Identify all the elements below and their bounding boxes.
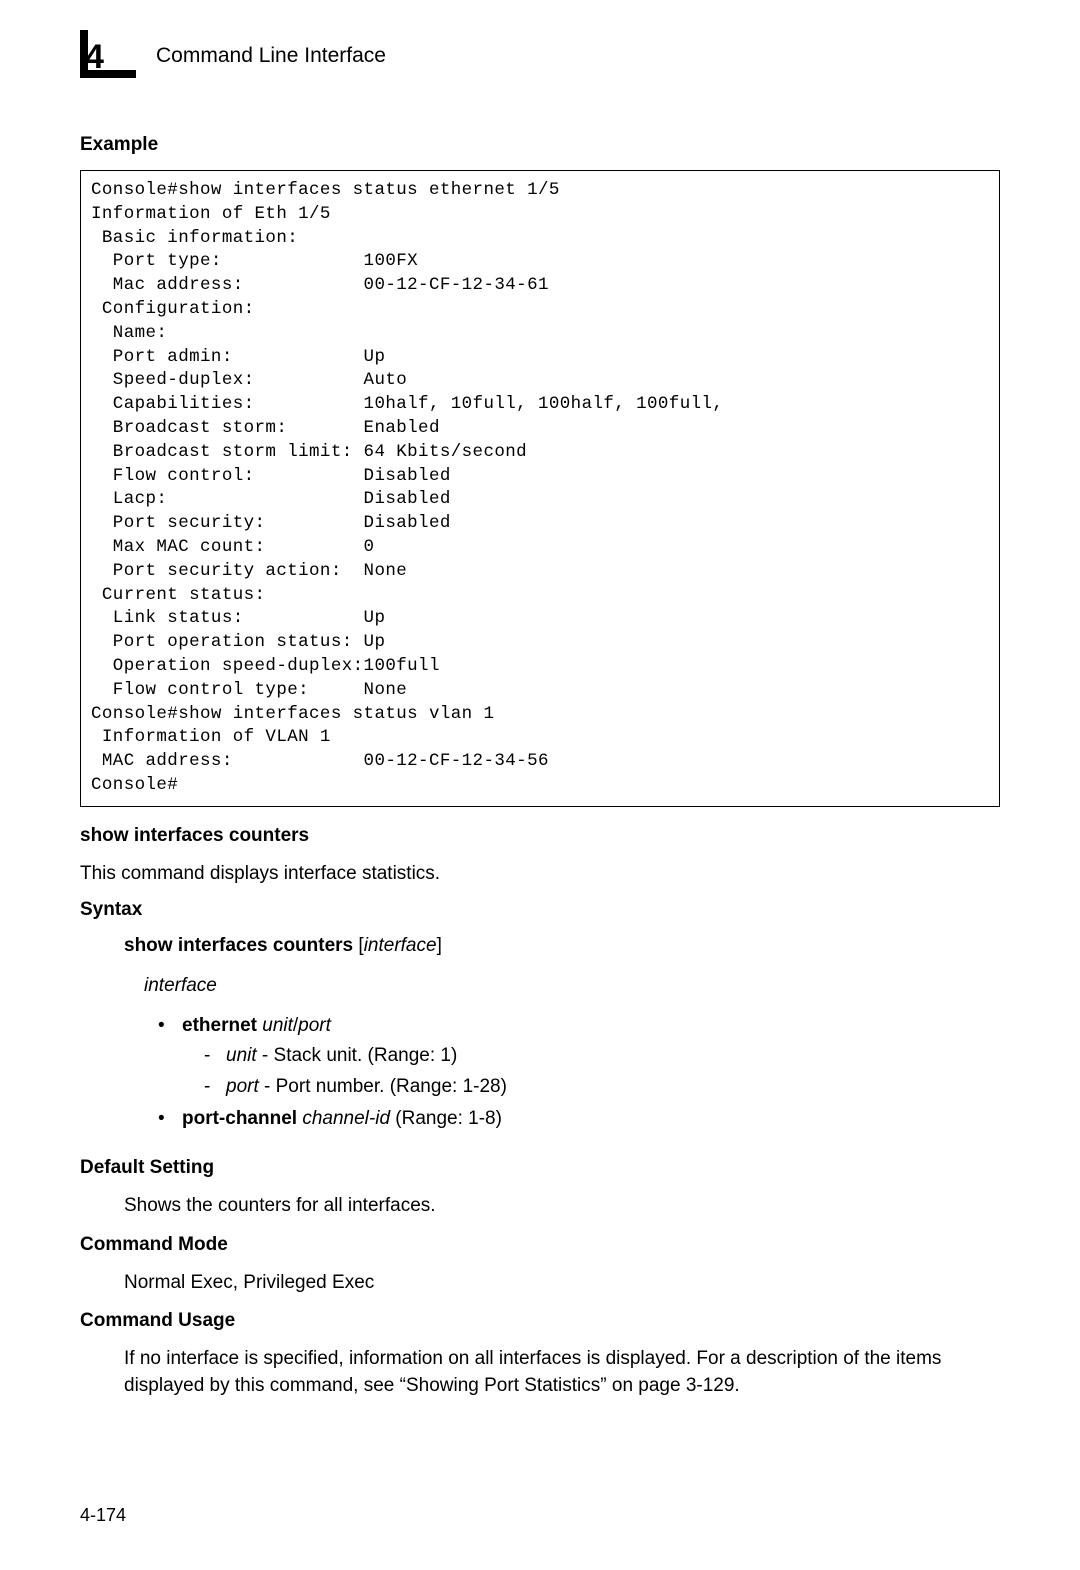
interface-label: interface [144, 975, 1000, 997]
unit-italic: unit [226, 1045, 257, 1066]
ethernet-port-italic: port [298, 1015, 331, 1036]
port-desc: - Port number. (Range: 1-28) [259, 1076, 507, 1097]
ethernet-bold: ethernet [182, 1015, 257, 1036]
syntax-close-bracket: ] [437, 935, 442, 956]
page-number: 4-174 [80, 1505, 126, 1526]
port-italic: port [226, 1076, 259, 1097]
syntax-open-bracket: [ [353, 935, 364, 956]
ethernet-unit-italic: unit [257, 1015, 293, 1036]
portchannel-bold: port-channel [182, 1108, 297, 1129]
dash-port: port - Port number. (Range: 1-28) [204, 1072, 1000, 1101]
default-setting-text: Shows the counters for all interfaces. [124, 1193, 1000, 1220]
command-usage-heading: Command Usage [80, 1310, 1000, 1332]
syntax-heading: Syntax [80, 899, 1000, 921]
example-code-block: Console#show interfaces status ethernet … [80, 170, 1000, 807]
syntax-cmd-bold: show interfaces counters [124, 935, 353, 956]
syntax-bullet-list: ethernet unit/port unit - Stack unit. (R… [158, 1011, 1000, 1133]
chapter-number: 4 [85, 38, 104, 77]
ethernet-dash-list: unit - Stack unit. (Range: 1) port - Por… [204, 1041, 1000, 1102]
example-heading: Example [80, 134, 1000, 156]
syntax-cmd-italic: interface [364, 935, 437, 956]
dash-unit: unit - Stack unit. (Range: 1) [204, 1041, 1000, 1070]
command-usage-text: If no interface is specified, informatio… [124, 1346, 1000, 1399]
command-mode-heading: Command Mode [80, 1234, 1000, 1256]
portchannel-italic: channel-id [297, 1108, 390, 1129]
portchannel-rest: (Range: 1-8) [390, 1108, 502, 1129]
bullet-portchannel: port-channel channel-id (Range: 1-8) [158, 1104, 1000, 1133]
chapter-icon: 4 [80, 30, 138, 82]
syntax-command: show interfaces counters [interface] [124, 935, 1000, 957]
bullet-ethernet: ethernet unit/port unit - Stack unit. (R… [158, 1011, 1000, 1101]
default-setting-heading: Default Setting [80, 1157, 1000, 1179]
command-mode-text: Normal Exec, Privileged Exec [124, 1270, 1000, 1297]
section-description: This command displays interface statisti… [80, 861, 1000, 888]
header-title: Command Line Interface [156, 44, 386, 68]
unit-desc: - Stack unit. (Range: 1) [257, 1045, 458, 1066]
section-title: show interfaces counters [80, 825, 1000, 847]
page-header: 4 Command Line Interface [80, 30, 1000, 82]
